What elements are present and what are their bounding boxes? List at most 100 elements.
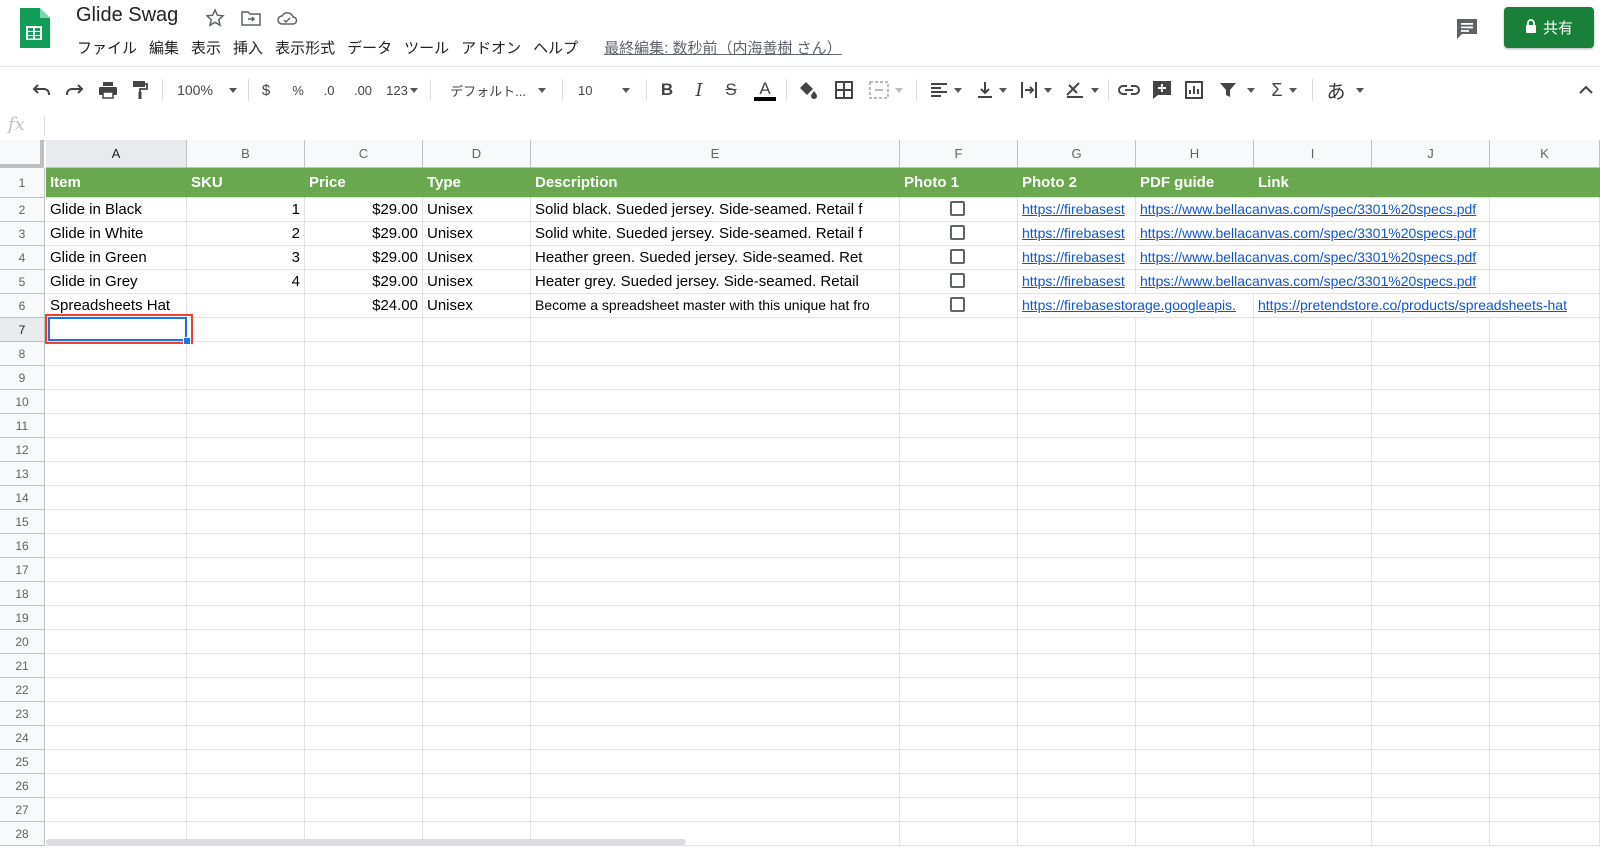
cell-empty[interactable] — [531, 702, 900, 726]
cell-empty[interactable] — [1372, 774, 1490, 798]
cell-empty[interactable] — [187, 606, 305, 630]
cell-empty[interactable] — [900, 726, 1018, 750]
column-header-e[interactable]: E — [531, 140, 900, 168]
cell-empty[interactable] — [1490, 606, 1600, 630]
cell-empty[interactable] — [1254, 366, 1372, 390]
cell-empty[interactable] — [1490, 774, 1600, 798]
cell-empty[interactable] — [900, 702, 1018, 726]
move-folder-icon[interactable] — [240, 8, 262, 28]
cell-empty[interactable] — [423, 654, 531, 678]
cell-empty[interactable] — [1372, 726, 1490, 750]
cell-pdf-guide-link[interactable]: https://www.bellacanvas.com/spec/3301%20… — [1136, 246, 1490, 270]
header-cell-empty-k[interactable] — [1490, 168, 1600, 198]
formula-input[interactable] — [52, 116, 1592, 136]
cell-empty[interactable] — [46, 342, 187, 366]
cell-empty[interactable] — [1490, 342, 1600, 366]
cell-empty[interactable] — [305, 438, 423, 462]
cell-empty[interactable] — [900, 534, 1018, 558]
cell-price[interactable]: $29.00 — [305, 198, 423, 222]
cell-empty[interactable] — [423, 534, 531, 558]
row-header-17[interactable]: 17 — [0, 558, 45, 582]
cell-empty[interactable] — [1136, 510, 1254, 534]
cell-empty[interactable] — [1490, 462, 1600, 486]
cell-empty[interactable] — [305, 654, 423, 678]
cell-empty[interactable] — [46, 654, 187, 678]
row-header-6[interactable]: 6 — [0, 294, 45, 318]
cell-empty[interactable] — [423, 558, 531, 582]
cell-empty[interactable] — [1254, 798, 1372, 822]
cell-empty[interactable] — [423, 750, 531, 774]
cell-empty[interactable] — [423, 726, 531, 750]
cell-photo1[interactable] — [900, 222, 1018, 246]
row-header-1[interactable]: 1 — [0, 168, 45, 198]
column-header-k[interactable]: K — [1490, 140, 1600, 168]
strikethrough-icon[interactable]: S — [720, 67, 742, 113]
cell-empty[interactable] — [1372, 318, 1490, 342]
cell-empty[interactable] — [531, 462, 900, 486]
cell-empty[interactable] — [1018, 822, 1136, 846]
cell-empty[interactable] — [423, 318, 531, 342]
insert-chart-icon[interactable] — [1182, 67, 1206, 113]
filter-icon[interactable] — [1214, 67, 1260, 113]
cell-empty[interactable] — [423, 606, 531, 630]
cell-empty[interactable] — [305, 558, 423, 582]
cell-empty[interactable] — [1136, 654, 1254, 678]
cloud-saved-icon[interactable] — [276, 8, 298, 28]
row-header-15[interactable]: 15 — [0, 510, 45, 534]
insert-link-icon[interactable] — [1116, 67, 1142, 113]
header-cell-link[interactable]: Link — [1254, 168, 1372, 198]
column-header-j[interactable]: J — [1372, 140, 1490, 168]
functions-icon[interactable]: Σ — [1264, 67, 1304, 113]
cell-empty[interactable] — [1372, 582, 1490, 606]
cell-price[interactable]: $29.00 — [305, 222, 423, 246]
cell-empty[interactable] — [187, 534, 305, 558]
cell-price[interactable]: $24.00 — [305, 294, 423, 318]
cell-empty[interactable] — [1136, 630, 1254, 654]
column-header-d[interactable]: D — [423, 140, 531, 168]
row-header-10[interactable]: 10 — [0, 390, 45, 414]
cell-empty[interactable] — [305, 534, 423, 558]
cell-photo1[interactable] — [900, 198, 1018, 222]
cell-empty[interactable] — [1136, 702, 1254, 726]
menu-edit[interactable]: 編集 — [146, 37, 188, 58]
cell-empty[interactable] — [305, 702, 423, 726]
star-icon[interactable] — [204, 8, 226, 28]
cell-empty[interactable] — [187, 702, 305, 726]
column-header-h[interactable]: H — [1136, 140, 1254, 168]
cell-empty[interactable] — [1254, 558, 1372, 582]
cell-empty[interactable] — [531, 726, 900, 750]
cell-empty[interactable] — [1136, 606, 1254, 630]
cell-empty[interactable] — [1136, 390, 1254, 414]
cell-empty[interactable] — [900, 390, 1018, 414]
cell-pdf-guide-link[interactable]: https://www.bellacanvas.com/spec/3301%20… — [1136, 198, 1490, 222]
cell-empty[interactable] — [305, 414, 423, 438]
header-cell-price[interactable]: Price — [305, 168, 423, 198]
cell-empty[interactable] — [1136, 486, 1254, 510]
cell-empty[interactable] — [1136, 414, 1254, 438]
cell-empty[interactable] — [531, 798, 900, 822]
cell-empty[interactable] — [900, 438, 1018, 462]
cell-empty[interactable] — [187, 558, 305, 582]
cell-empty[interactable] — [531, 414, 900, 438]
font-size-select[interactable]: 10 — [570, 67, 640, 113]
cell-empty[interactable] — [1136, 726, 1254, 750]
cell-empty[interactable] — [1490, 270, 1600, 294]
merge-cells-icon[interactable] — [864, 67, 908, 113]
cell-photo2-link[interactable]: https://firebasest — [1018, 222, 1136, 246]
text-rotation-icon[interactable] — [1062, 67, 1102, 113]
cell-empty[interactable] — [900, 606, 1018, 630]
active-cell-a7[interactable] — [48, 317, 187, 341]
comments-icon[interactable] — [1454, 16, 1480, 42]
row-header-20[interactable]: 20 — [0, 630, 45, 654]
menu-insert[interactable]: 挿入 — [230, 37, 272, 58]
menu-addons[interactable]: アドオン — [458, 37, 530, 58]
cell-empty[interactable] — [46, 438, 187, 462]
row-header-14[interactable]: 14 — [0, 486, 45, 510]
cell-empty[interactable] — [1372, 510, 1490, 534]
cell-empty[interactable] — [1490, 822, 1600, 846]
cell-empty[interactable] — [1018, 774, 1136, 798]
row-header-9[interactable]: 9 — [0, 366, 45, 390]
cell-empty[interactable] — [1372, 486, 1490, 510]
cell-empty[interactable] — [187, 390, 305, 414]
header-cell-type[interactable]: Type — [423, 168, 531, 198]
